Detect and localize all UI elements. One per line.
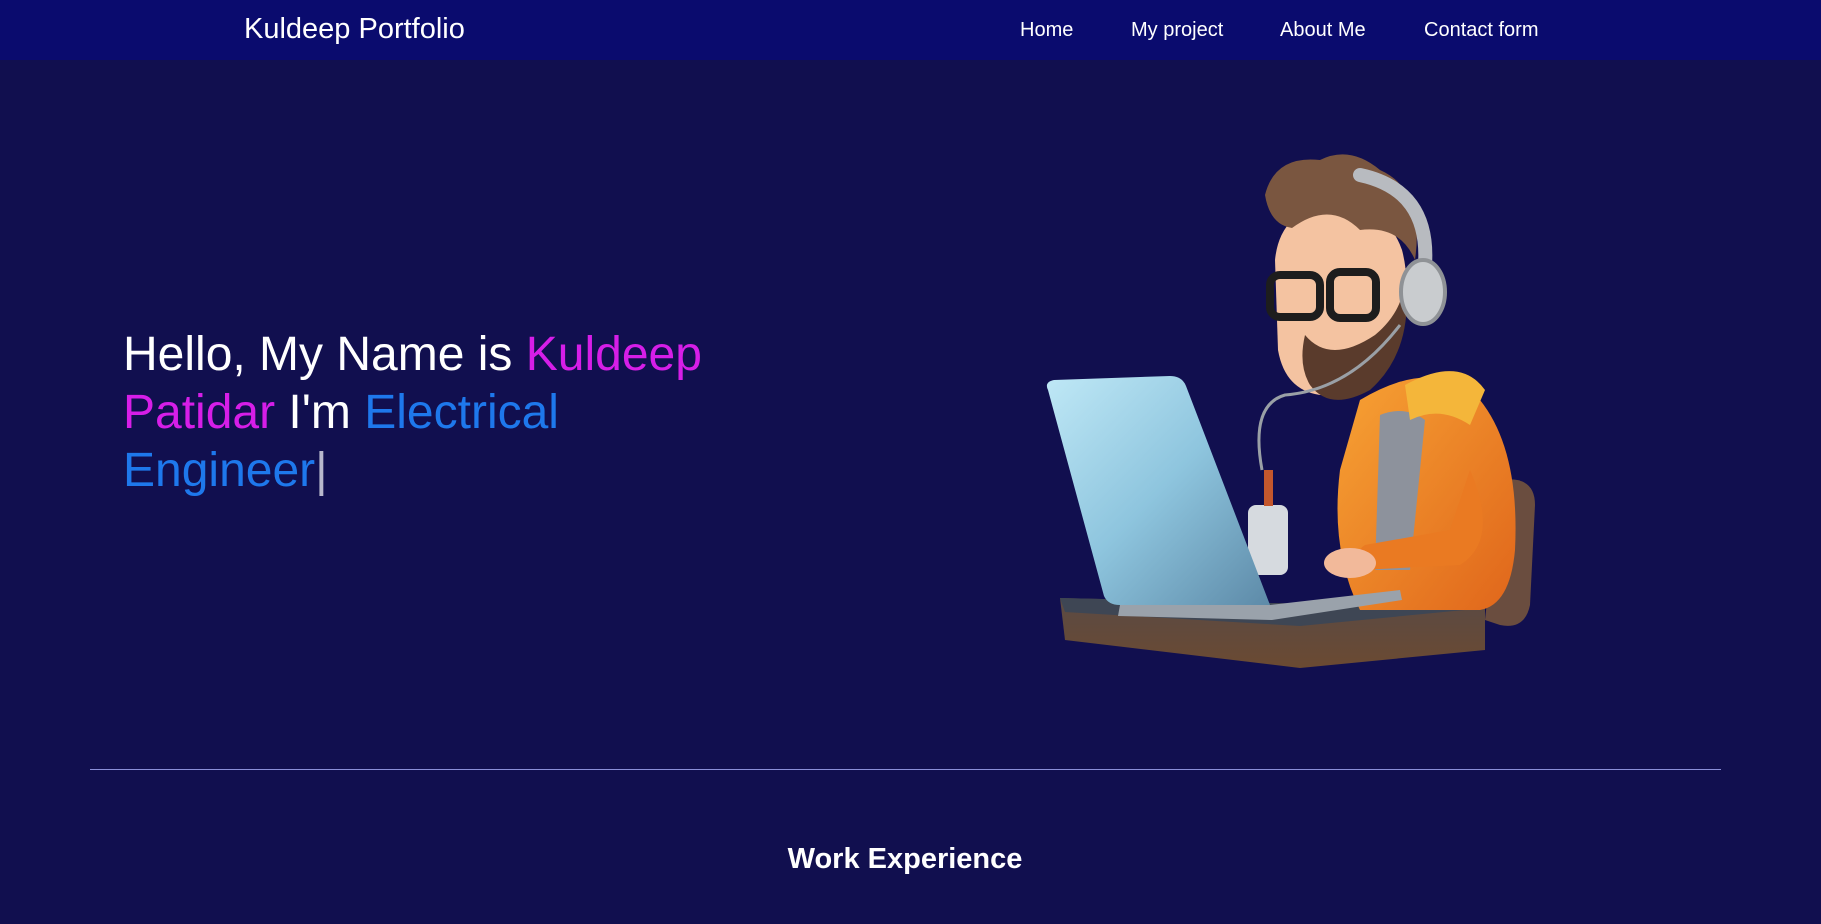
hero-name-first: Kuldeep <box>525 328 702 381</box>
hero-name-last: Patidar <box>123 386 276 439</box>
hero-heading: Hello, My Name is Kuldeep Patidar I'm Ele… <box>123 326 763 500</box>
work-experience-heading: Work Experience <box>787 843 1023 875</box>
laptop-lid-shape <box>1046 376 1270 605</box>
nav-link-about-me[interactable]: About Me <box>1280 19 1366 42</box>
brand-logo-text[interactable]: Kuldeep Portfolio <box>244 13 465 46</box>
hand-shape <box>1324 548 1376 578</box>
section-divider <box>90 769 1721 770</box>
navbar: Kuldeep Portfolio Home My project About … <box>0 0 1821 60</box>
typing-cursor: | <box>315 444 328 497</box>
hero-greeting: Hello, My Name is <box>123 328 526 381</box>
headphone-cup-shape <box>1399 258 1447 326</box>
nav-link-my-project[interactable]: My project <box>1131 19 1223 42</box>
developer-with-laptop-illustration <box>1046 154 1535 668</box>
hero-role-prefix: I'm <box>275 386 365 439</box>
nav-link-contact-form[interactable]: Contact form <box>1424 19 1538 42</box>
nav-link-home[interactable]: Home <box>1020 19 1073 42</box>
straw-shape <box>1264 470 1273 506</box>
